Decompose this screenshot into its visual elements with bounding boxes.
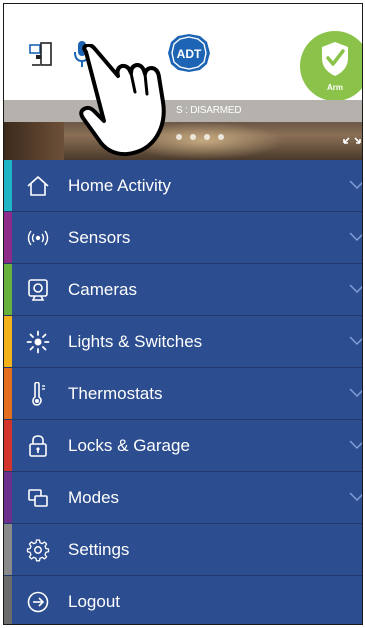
chevron-down-icon (349, 440, 362, 450)
carousel-dot[interactable] (176, 134, 182, 140)
chevron-down-icon (349, 180, 362, 190)
menu-item-label: Settings (68, 540, 130, 559)
arm-label: Arm (326, 83, 343, 92)
status-strip: S : DISARMED (4, 100, 362, 122)
carousel-dots[interactable] (176, 134, 224, 140)
carousel-dot[interactable] (218, 134, 224, 140)
menu-item-label: Home Activity (68, 176, 171, 195)
menu-item-logout[interactable]: Logout (4, 576, 362, 624)
expand-icon[interactable] (342, 131, 362, 145)
tap-gesture-hand-icon (79, 44, 166, 157)
chevron-down-icon (349, 388, 362, 398)
menu-item-label: Logout (68, 592, 120, 611)
menu-item-cameras[interactable]: Cameras (4, 264, 362, 316)
menu-item-label: Thermostats (68, 384, 163, 403)
menu-item-label: Locks & Garage (68, 436, 190, 455)
menu-item-label: Sensors (68, 228, 131, 247)
camera-icon (28, 279, 48, 301)
adt-logo-text: ADT (177, 47, 202, 61)
modes-icon (28, 489, 48, 507)
menu-item-lights-switches[interactable]: Lights & Switches (4, 316, 362, 368)
menu-item-locks-garage[interactable]: Locks & Garage (4, 420, 362, 472)
menu-item-settings[interactable]: Settings (4, 524, 362, 576)
logout-icon (27, 591, 49, 613)
menu-item-home-activity[interactable]: Home Activity (4, 160, 362, 212)
gear-icon (26, 539, 50, 562)
carousel-dot[interactable] (204, 134, 210, 140)
carousel-dot[interactable] (190, 134, 196, 140)
header: ADT Arm (4, 4, 362, 108)
menu-item-sensors[interactable]: Sensors (4, 212, 362, 264)
menu-item-label: Lights & Switches (68, 332, 203, 351)
thermostat-icon (32, 382, 45, 406)
home-icon (27, 176, 49, 196)
menu-item-label: Cameras (68, 280, 137, 299)
menu-item-label: Modes (68, 488, 120, 507)
alarm-status-text: S : DISARMED (176, 105, 242, 116)
device-icon[interactable] (29, 42, 53, 68)
banner-image[interactable] (4, 122, 362, 160)
chevron-down-icon (349, 336, 362, 346)
shield-check-icon (322, 42, 348, 76)
menu-item-modes[interactable]: Modes (4, 472, 362, 524)
chevron-down-icon (349, 492, 362, 502)
menu-item-thermostats[interactable]: Thermostats (4, 368, 362, 420)
side-menu: Home Activity Sensors Cameras Lights & S… (4, 160, 362, 624)
app-frame: ADT Arm S : DISARMED Home Activity Senso… (3, 3, 363, 625)
light-icon (26, 330, 50, 354)
sensor-icon (27, 230, 49, 246)
chevron-down-icon (349, 284, 362, 294)
lock-icon (29, 435, 47, 457)
chevron-down-icon (349, 232, 362, 242)
arm-button[interactable]: Arm (295, 28, 362, 108)
